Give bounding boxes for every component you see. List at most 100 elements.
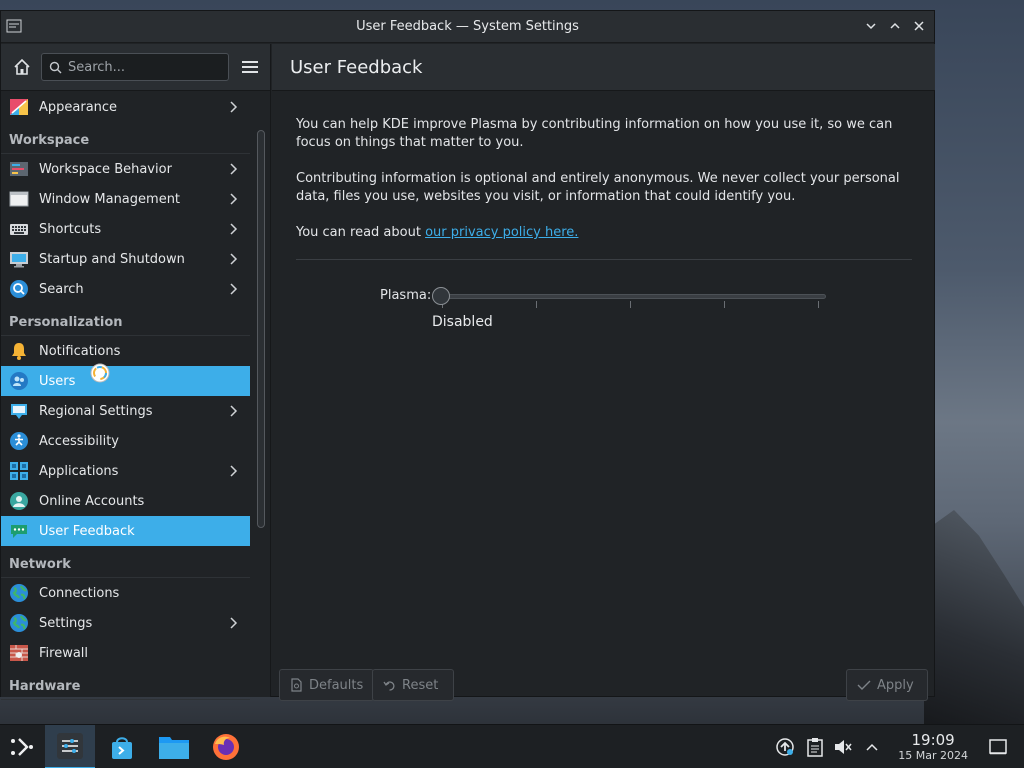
section-header-hardware: Hardware	[1, 668, 250, 700]
search-icon	[9, 279, 29, 299]
bell-icon	[9, 341, 29, 361]
busy-cursor-icon	[89, 362, 111, 384]
sidebar-item-applications[interactable]: Applications	[1, 456, 250, 486]
sidebar-item-label: Applications	[39, 463, 119, 479]
chevron-right-icon	[230, 405, 238, 417]
launcher-icon	[11, 738, 33, 756]
tray-expand-chevron-up-icon[interactable]	[862, 737, 882, 757]
sidebar-item-user-feedback[interactable]: User Feedback	[1, 516, 250, 546]
slider-handle[interactable]	[432, 287, 450, 305]
defaults-button[interactable]: Defaults	[279, 669, 375, 701]
hamburger-menu-button[interactable]	[238, 55, 262, 79]
sidebar-item-label: Users	[39, 373, 76, 389]
sidebar-scrollbar[interactable]	[257, 130, 265, 528]
sidebar-item-shortcuts[interactable]: Shortcuts	[1, 214, 250, 244]
show-desktop-icon[interactable]	[988, 737, 1008, 757]
maximize-button[interactable]	[886, 17, 904, 35]
document-icon	[291, 678, 302, 692]
sidebar-item-accessibility[interactable]: Accessibility	[1, 426, 250, 456]
sidebar-item-label: Notifications	[39, 343, 121, 359]
sidebar-item-notifications[interactable]: Notifications	[1, 336, 250, 366]
firefox-icon	[213, 734, 239, 760]
sidebar-item-label: Appearance	[39, 99, 118, 115]
system-settings-icon	[57, 733, 83, 759]
privacy-policy-link[interactable]: our privacy policy here.	[425, 225, 578, 240]
main-panel: User Feedback You can help KDE improve P…	[272, 44, 935, 701]
search-field[interactable]	[41, 53, 229, 81]
application-launcher-button[interactable]	[0, 725, 44, 768]
reset-button[interactable]: Reset	[372, 669, 454, 701]
taskbar-file-manager[interactable]	[150, 725, 198, 768]
sidebar-item-users[interactable]: Users	[1, 366, 250, 396]
home-button[interactable]	[9, 54, 35, 80]
sidebar-item-label: Firewall	[39, 645, 89, 661]
chevron-right-icon	[230, 465, 238, 477]
keyboard-icon	[9, 219, 29, 239]
chevron-right-icon	[230, 101, 238, 113]
sidebar-item-network-settings[interactable]: Settings	[1, 608, 250, 638]
update-notifier-icon[interactable]	[775, 737, 795, 757]
minimize-button[interactable]	[862, 17, 880, 35]
checkmark-icon	[857, 680, 871, 690]
system-settings-window: User Feedback — System Settings Search..…	[0, 10, 935, 701]
sidebar-item-regional-settings[interactable]: Regional Settings	[1, 396, 250, 426]
sidebar-item-label: Search	[39, 281, 84, 297]
window-management-icon	[9, 189, 29, 209]
sidebar-item-search[interactable]: Search	[1, 274, 250, 304]
hamburger-icon	[242, 61, 258, 73]
plasma-feedback-slider[interactable]	[432, 287, 826, 308]
sidebar-item-label: Shortcuts	[39, 221, 102, 237]
title-bar[interactable]: User Feedback — System Settings	[1, 11, 934, 43]
sidebar-item-startup-shutdown[interactable]: Startup and Shutdown	[1, 244, 250, 274]
regional-icon	[9, 401, 29, 421]
folder-icon	[159, 737, 189, 759]
defaults-label: Defaults	[309, 677, 364, 693]
sidebar-item-label: User Feedback	[39, 523, 135, 539]
chevron-right-icon	[230, 617, 238, 629]
window-menu-icon[interactable]	[5, 17, 23, 35]
plasma-slider-label: Plasma:	[380, 288, 432, 303]
taskbar-system-settings[interactable]	[45, 725, 95, 768]
taskbar-discover[interactable]	[99, 725, 145, 768]
slider-tick	[818, 301, 819, 308]
sidebar-item-window-management[interactable]: Window Management	[1, 184, 250, 214]
firewall-icon	[9, 643, 29, 663]
sidebar-item-firewall[interactable]: Firewall	[1, 638, 250, 668]
chevron-right-icon	[230, 253, 238, 265]
search-input[interactable]	[68, 59, 218, 75]
sidebar-item-appearance[interactable]: Appearance	[1, 92, 250, 122]
slider-tick	[630, 301, 631, 308]
chevron-right-icon	[230, 193, 238, 205]
sidebar-item-label: Connections	[39, 585, 120, 601]
taskbar-firefox[interactable]	[202, 725, 250, 768]
description-paragraph-3: You can read about our privacy policy he…	[296, 224, 912, 242]
sidebar-item-label: Workspace Behavior	[39, 161, 172, 177]
main-header: User Feedback	[272, 44, 935, 91]
sidebar-item-workspace-behavior[interactable]: Workspace Behavior	[1, 154, 250, 184]
sidebar-item-label: Startup and Shutdown	[39, 251, 185, 267]
close-button[interactable]	[910, 17, 928, 35]
volume-muted-icon[interactable]	[833, 737, 853, 757]
search-icon	[49, 61, 62, 73]
apply-button[interactable]: Apply	[846, 669, 928, 701]
sidebar-item-connections[interactable]: Connections	[1, 578, 250, 608]
slider-tick	[536, 301, 537, 308]
sidebar-nav: Appearance Workspace Workspace Behavior …	[1, 92, 250, 700]
desktop-wallpaper	[924, 510, 1024, 725]
online-accounts-icon	[9, 491, 29, 511]
globe-icon	[9, 583, 29, 603]
section-header-network: Network	[1, 546, 250, 578]
digital-clock[interactable]: 19:09 15 Mar 2024	[898, 731, 968, 762]
slider-tick	[724, 301, 725, 308]
clipboard-icon[interactable]	[805, 737, 825, 757]
chevron-right-icon	[230, 223, 238, 235]
sidebar: Appearance Workspace Workspace Behavior …	[1, 44, 271, 700]
slider-value-label: Disabled	[432, 314, 493, 330]
sidebar-header	[1, 44, 270, 91]
sidebar-item-label: Accessibility	[39, 433, 119, 449]
section-header-personalization: Personalization	[1, 304, 250, 336]
taskbar: 19:09 15 Mar 2024	[0, 724, 1024, 768]
close-icon	[914, 21, 924, 31]
slider-track[interactable]	[442, 294, 826, 299]
sidebar-item-online-accounts[interactable]: Online Accounts	[1, 486, 250, 516]
